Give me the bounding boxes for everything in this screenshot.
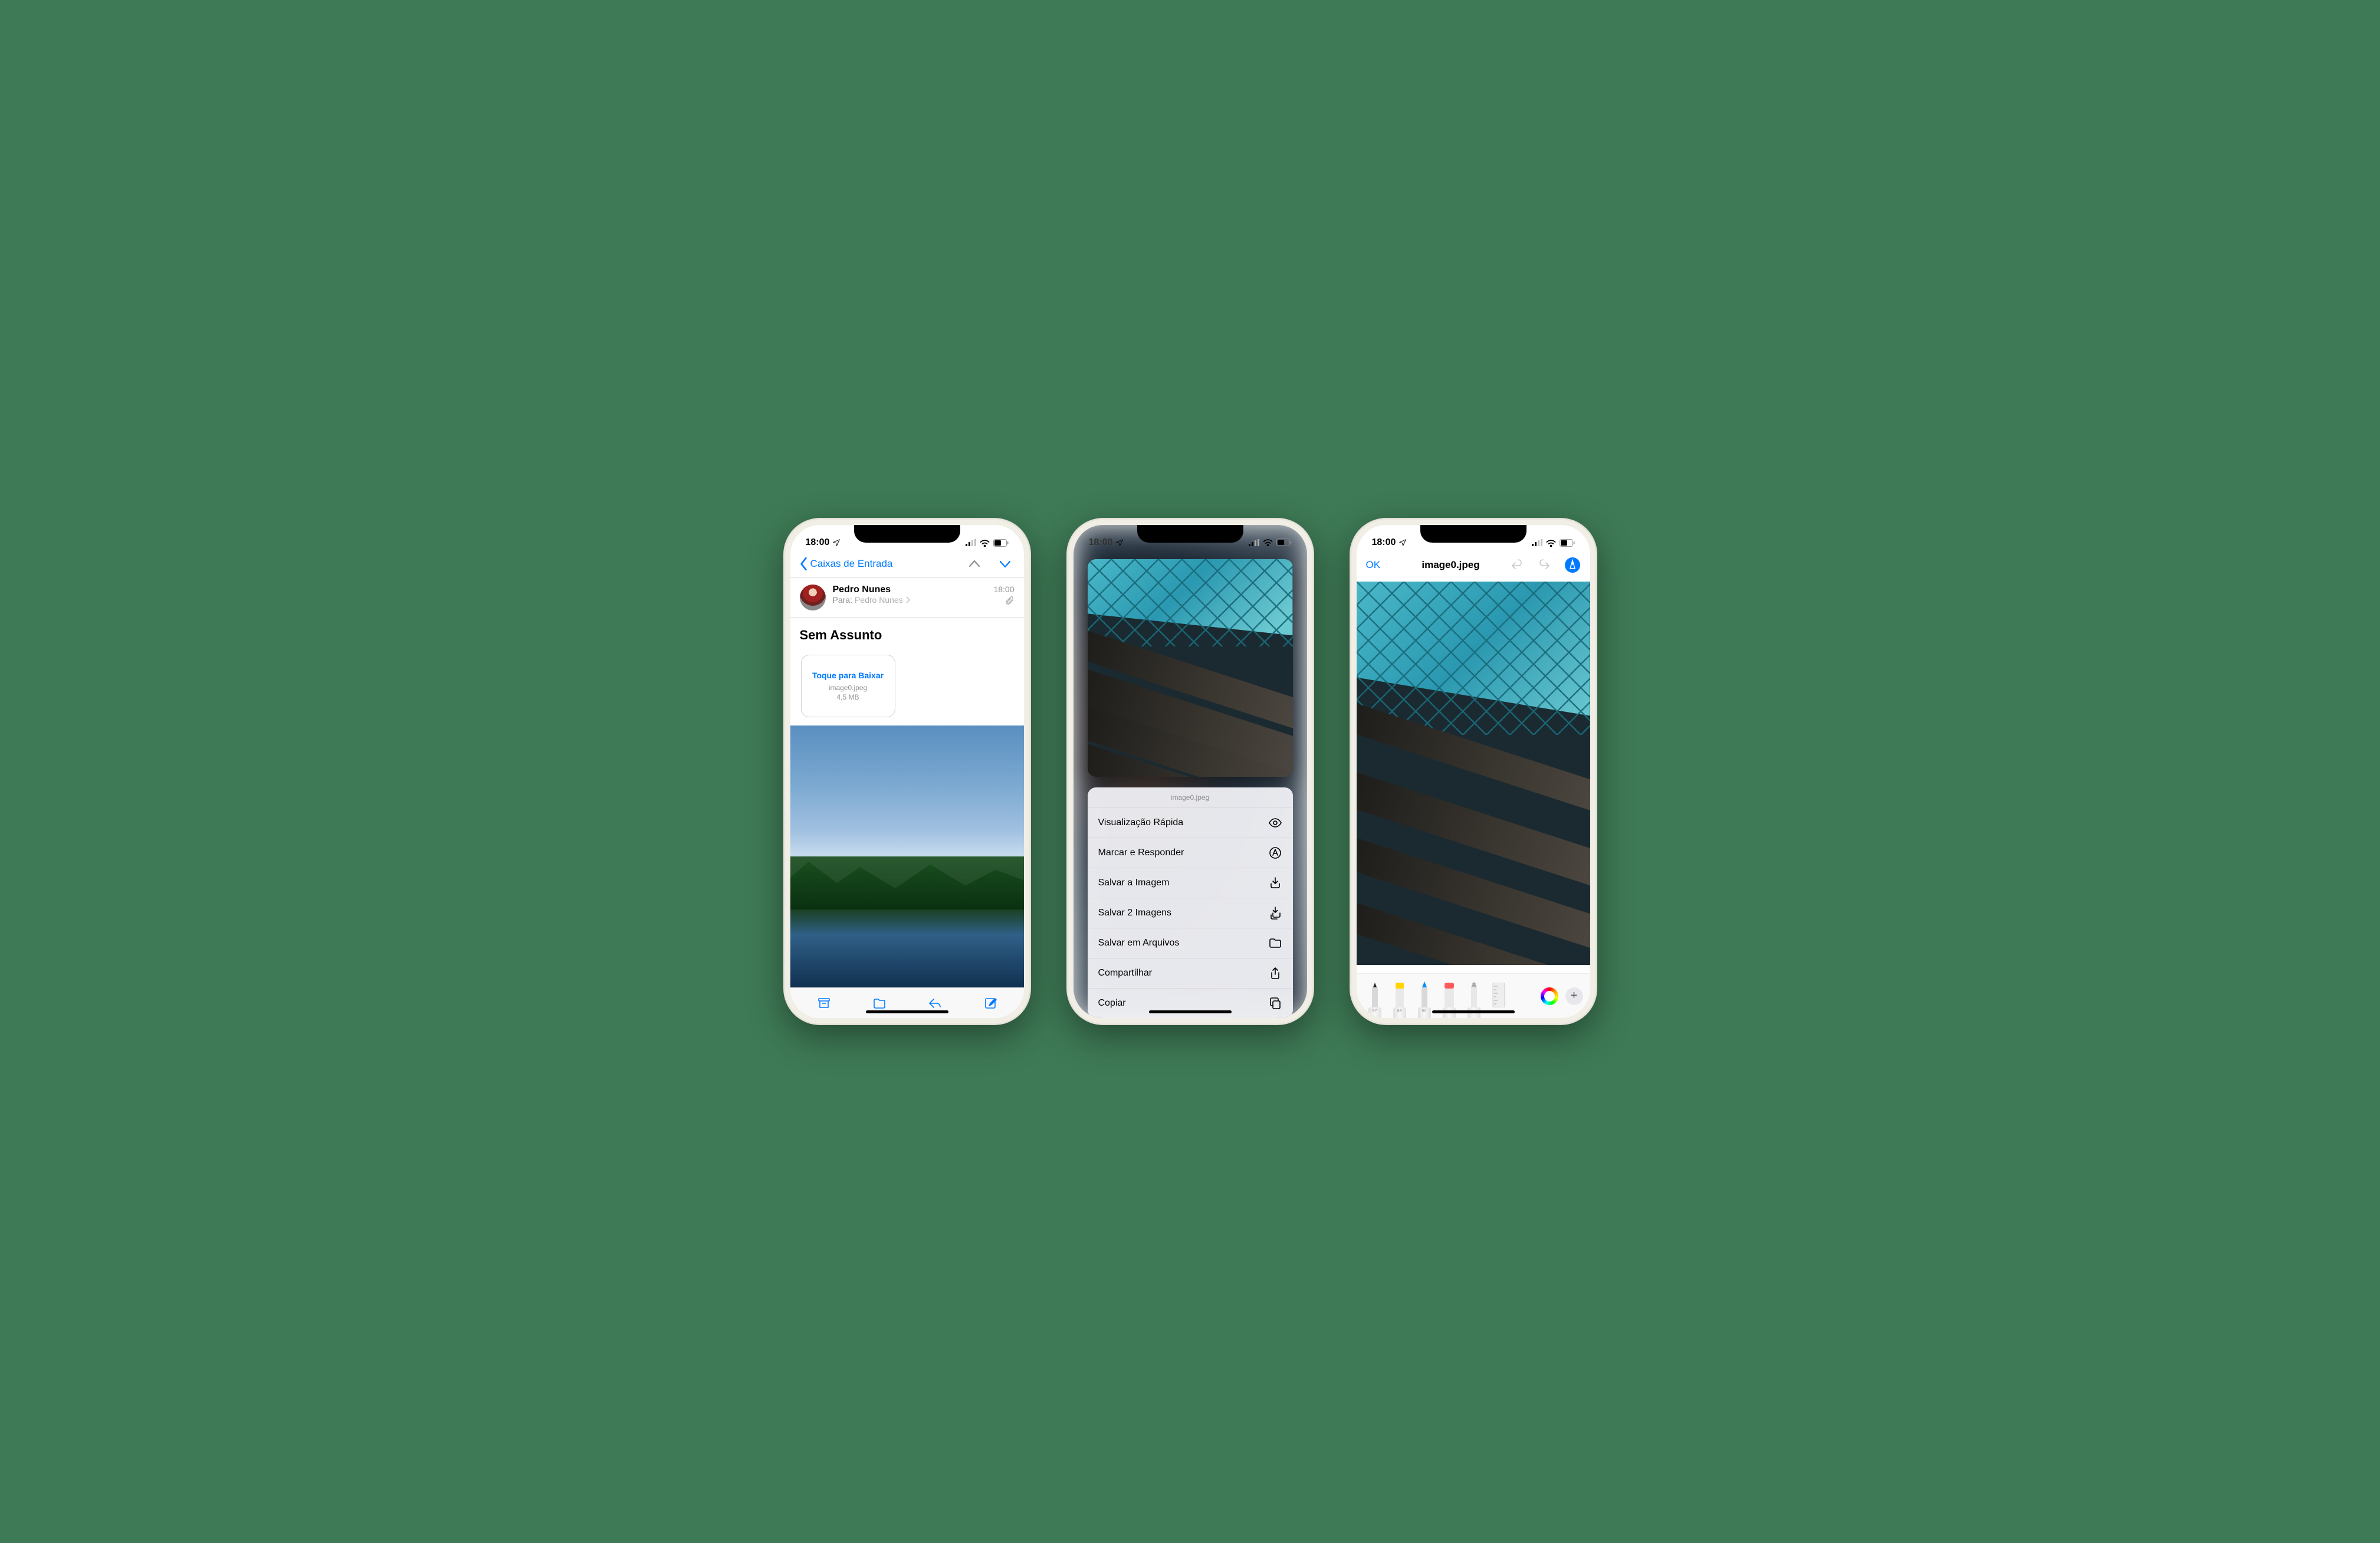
wifi-icon (1263, 539, 1273, 546)
attachment-download[interactable]: Toque para Baixar image0.jpeg 4,5 MB (801, 655, 895, 717)
undo-icon[interactable] (1510, 558, 1524, 572)
toolbar (790, 987, 1024, 1018)
menu-copy[interactable]: Copiar (1088, 989, 1293, 1018)
chevron-right-icon (905, 596, 910, 603)
subject: Sem Assunto (790, 618, 1024, 655)
folder-icon (1268, 936, 1282, 950)
sender-name[interactable]: Pedro Nunes (833, 585, 987, 595)
wifi-icon (980, 539, 990, 547)
phone-mail-message: 18:00 Caixas de Entrada Pedro Nunes (783, 518, 1031, 1025)
paperclip-icon (1005, 596, 1015, 606)
location-icon (1399, 539, 1407, 547)
nav-bar: Caixas de Entrada (790, 552, 1024, 577)
home-indicator[interactable] (1432, 1010, 1515, 1013)
context-menu: image0.jpeg Visualização Rápida Marcar e… (1088, 787, 1293, 1018)
markup-icon (1268, 846, 1282, 860)
back-button[interactable]: Caixas de Entrada (799, 557, 893, 571)
attachment-filename: image0.jpeg (807, 684, 889, 692)
cellular-icon (966, 539, 976, 546)
archive-icon[interactable] (817, 996, 831, 1010)
folder-icon[interactable] (872, 996, 887, 1010)
menu-quick-look[interactable]: Visualização Rápida (1088, 808, 1293, 838)
to-line[interactable]: Para: Pedro Nunes (833, 595, 987, 605)
cellular-icon (1532, 539, 1542, 546)
context-preview-image[interactable] (1088, 559, 1293, 777)
home-indicator[interactable] (1149, 1010, 1232, 1013)
back-label: Caixas de Entrada (810, 558, 893, 570)
next-message-icon[interactable] (998, 557, 1012, 571)
status-time: 18:00 (1089, 537, 1113, 548)
notch (1137, 525, 1243, 543)
menu-markup-reply[interactable]: Marcar e Responder (1088, 838, 1293, 868)
menu-save-image[interactable]: Salvar a Imagem (1088, 868, 1293, 898)
phone-context-menu: 18:00 image0.jpeg Visualização (1066, 518, 1314, 1025)
message-time: 18:00 (993, 585, 1014, 594)
status-time: 18:00 (806, 537, 830, 548)
battery-icon (1560, 539, 1575, 547)
download-label: Toque para Baixar (807, 671, 889, 680)
save-images-icon (1268, 906, 1282, 920)
notch (854, 525, 960, 543)
chevron-left-icon (799, 557, 809, 571)
attachment-image[interactable] (790, 725, 1024, 987)
reply-icon[interactable] (928, 996, 942, 1010)
nav-bar: OK image0.jpeg (1357, 552, 1590, 579)
copy-icon (1268, 996, 1282, 1010)
menu-share[interactable]: Compartilhar (1088, 958, 1293, 989)
wifi-icon (1546, 539, 1556, 547)
canvas[interactable] (1357, 579, 1590, 973)
menu-save-images[interactable]: Salvar 2 Imagens (1088, 898, 1293, 928)
menu-save-files[interactable]: Salvar em Arquivos (1088, 928, 1293, 958)
add-button[interactable]: + (1565, 987, 1583, 1005)
share-icon (1268, 966, 1282, 980)
ok-button[interactable]: OK (1366, 559, 1392, 571)
eye-icon (1268, 816, 1282, 830)
save-image-icon (1268, 876, 1282, 890)
compose-icon[interactable] (983, 996, 997, 1010)
battery-icon (993, 539, 1009, 547)
cellular-icon (1249, 539, 1259, 546)
markup-pen-icon[interactable] (1564, 557, 1581, 573)
attachment-size: 4,5 MB (807, 693, 889, 701)
document-title: image0.jpeg (1392, 559, 1510, 571)
location-icon (832, 539, 841, 547)
phone-markup-editor: 18:00 OK image0.jpeg (1350, 518, 1597, 1025)
prev-message-icon[interactable] (967, 557, 981, 571)
notch (1420, 525, 1527, 543)
color-picker[interactable] (1541, 987, 1558, 1005)
battery-icon (1276, 539, 1292, 546)
location-icon (1115, 539, 1124, 547)
tool-pen[interactable]: 97 (1364, 980, 1386, 1018)
menu-title: image0.jpeg (1088, 787, 1293, 808)
tool-highlighter[interactable]: 88 (1388, 980, 1411, 1018)
avatar[interactable] (800, 585, 826, 610)
message-header: Pedro Nunes Para: Pedro Nunes 18:00 (790, 577, 1024, 618)
redo-icon[interactable] (1537, 558, 1551, 572)
home-indicator[interactable] (866, 1010, 948, 1013)
status-time: 18:00 (1372, 537, 1396, 548)
